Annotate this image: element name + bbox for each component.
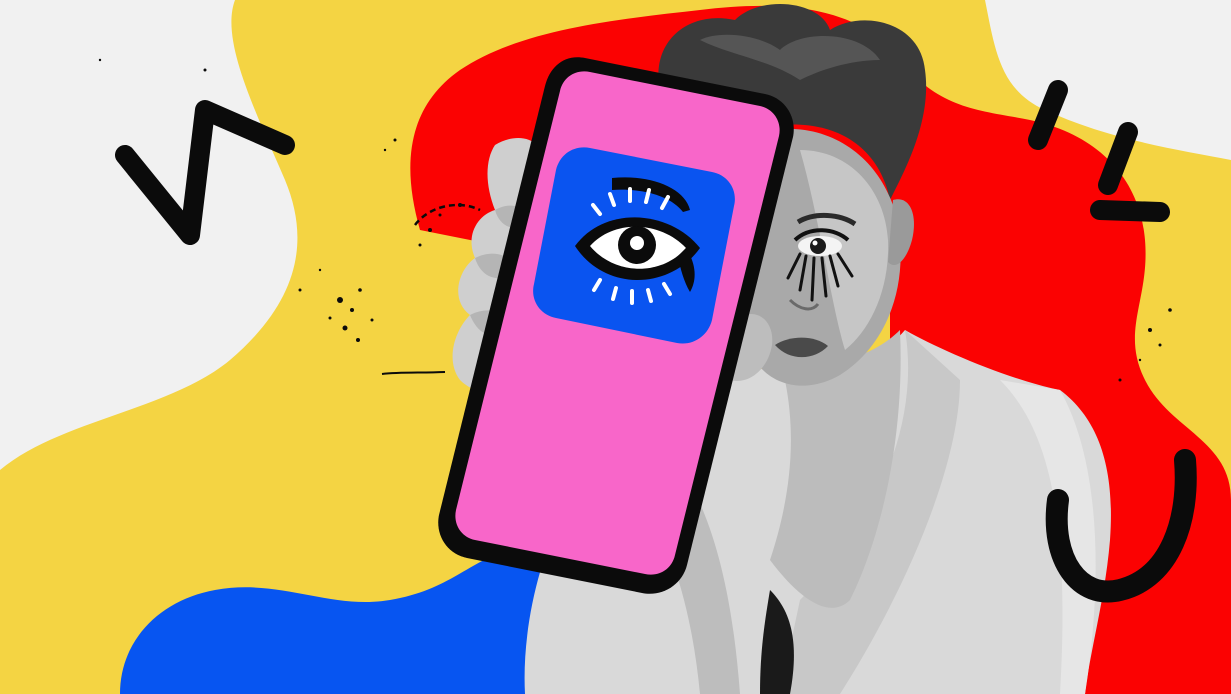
illustration bbox=[0, 0, 1231, 694]
dash-stroke-3 bbox=[1090, 200, 1170, 222]
app-icon bbox=[533, 147, 735, 344]
